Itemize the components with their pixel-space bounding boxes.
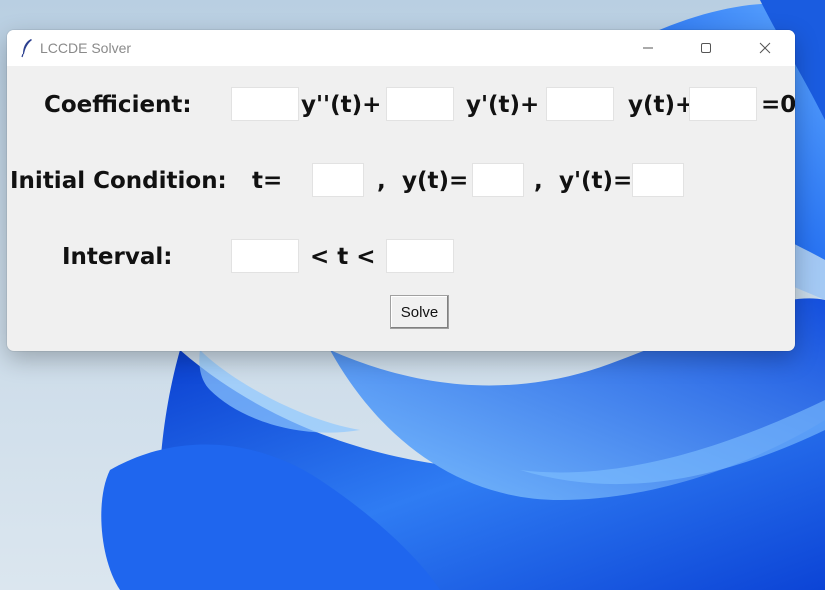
coefficient-label: Coefficient:	[44, 92, 192, 118]
title-bar[interactable]: LCCDE Solver	[7, 30, 795, 66]
interval-label: Interval:	[62, 244, 173, 270]
minimize-icon	[643, 47, 653, 49]
maximize-button[interactable]	[683, 33, 729, 63]
minimize-button[interactable]	[625, 33, 671, 63]
app-window: LCCDE Solver Coefficient: y''(t)+ y'(t)+…	[7, 30, 795, 351]
maximize-icon	[701, 43, 711, 53]
term-y0-label: y(t)+	[628, 92, 695, 118]
feather-icon	[21, 39, 32, 58]
interval-start-input[interactable]	[231, 239, 299, 273]
dy-t-equals-label: y'(t)=	[559, 168, 633, 194]
window-title: LCCDE Solver	[40, 40, 132, 56]
coef-a2-input[interactable]	[231, 87, 299, 121]
close-button[interactable]	[742, 33, 788, 63]
t-equals-label: t=	[252, 168, 283, 194]
coef-rhs-input[interactable]	[689, 87, 757, 121]
coef-a1-input[interactable]	[386, 87, 454, 121]
close-icon	[759, 42, 771, 54]
y0-input[interactable]	[472, 163, 524, 197]
solve-button[interactable]: Solve	[390, 295, 449, 329]
t0-input[interactable]	[312, 163, 364, 197]
coef-a0-input[interactable]	[546, 87, 614, 121]
equals-zero-label: =0	[761, 92, 795, 118]
y-t-equals-label: y(t)=	[402, 168, 469, 194]
interval-between-label: < t <	[310, 244, 376, 270]
comma-separator: ,	[534, 168, 543, 194]
comma-separator: ,	[377, 168, 386, 194]
interval-end-input[interactable]	[386, 239, 454, 273]
initial-condition-label: Initial Condition:	[10, 168, 227, 194]
dy0-input[interactable]	[632, 163, 684, 197]
term-y1-label: y'(t)+	[466, 92, 540, 118]
term-y2-label: y''(t)+	[301, 92, 382, 118]
